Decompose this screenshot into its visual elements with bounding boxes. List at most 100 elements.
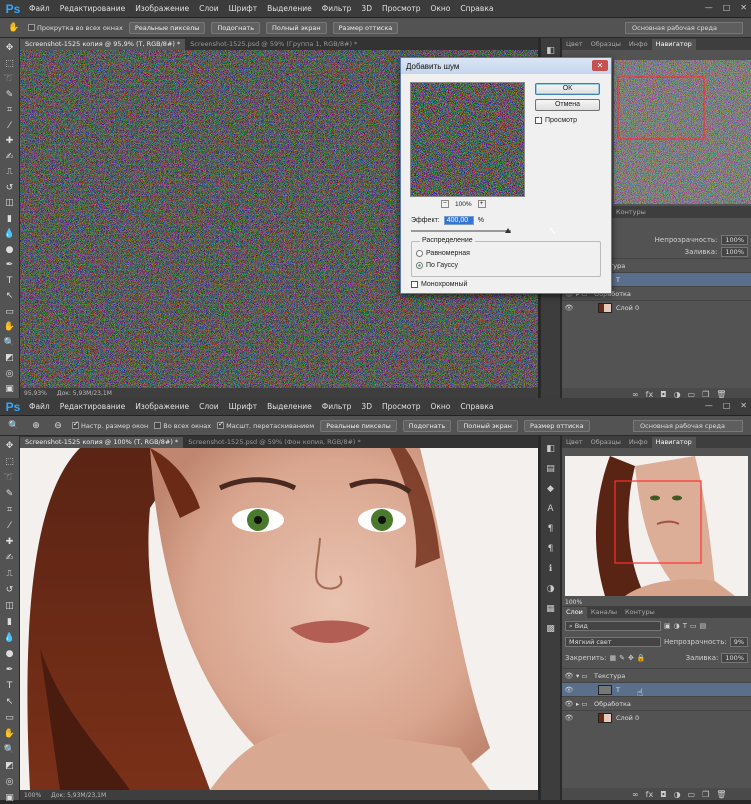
layer-row[interactable]: 👁 Слой 0	[562, 710, 751, 724]
history-brush-icon[interactable]: ↺	[2, 584, 18, 596]
menu-item-9[interactable]: Окно	[425, 4, 455, 13]
filter-pixel-icon[interactable]: ▣	[664, 622, 671, 630]
workspace-select[interactable]: Основная рабочая среда	[625, 21, 743, 34]
zoom-readout[interactable]: 95,93%	[24, 390, 47, 397]
scrubby-zoom-checkbox[interactable]: Масшт. перетаскиванием	[217, 420, 314, 430]
color-swatch-icon[interactable]: ◩	[2, 760, 18, 772]
blur-tool-icon[interactable]: 💧	[2, 228, 18, 240]
doc-tab-active[interactable]: Screenshot-1525 копия @ 100% (T, RGB/8#)…	[20, 437, 184, 448]
swatches-icon[interactable]: ▩	[546, 624, 555, 634]
panel-tab-2[interactable]: Инфо	[625, 39, 652, 50]
type-icon[interactable]: A	[547, 504, 553, 514]
doc-tab-inactive[interactable]: Screenshot-1525.psd @ 59% (Фон копия, RG…	[183, 437, 366, 448]
opacity-field[interactable]: 100%	[721, 235, 748, 245]
path-select-icon[interactable]: ↖	[2, 696, 18, 708]
fill-field[interactable]: 100%	[721, 247, 748, 257]
hand-tool-icon[interactable]: ✋	[2, 728, 18, 740]
color-swatch-icon[interactable]: ◩	[2, 352, 18, 364]
panel-tab-2[interactable]: Контуры	[621, 607, 659, 618]
shape-tool-icon[interactable]: ▭	[2, 306, 18, 318]
filter-type-icon[interactable]: T	[683, 622, 687, 630]
panel-tab-0[interactable]: Слои	[562, 607, 587, 618]
clone-stamp-icon[interactable]: ⎍	[2, 166, 18, 178]
lasso-tool-icon[interactable]: ➰	[2, 73, 18, 85]
lasso-tool-icon[interactable]: ➰	[2, 472, 18, 484]
minimize-icon[interactable]: —	[705, 3, 713, 12]
uniform-radio[interactable]: Равномерная	[416, 250, 470, 257]
menu-item-7[interactable]: 3D	[356, 4, 377, 13]
panel-tab-0[interactable]: Цвет	[562, 437, 587, 448]
bottom-canvas[interactable]	[20, 448, 538, 790]
menu-item-5[interactable]: Выделение	[262, 402, 317, 411]
menu-item-5[interactable]: Выделение	[262, 4, 317, 13]
eraser-tool-icon[interactable]: ◫	[2, 600, 18, 612]
dodge-tool-icon[interactable]: ●	[2, 244, 18, 256]
quick-select-icon[interactable]: ✎	[2, 89, 18, 101]
trash-icon[interactable]: 🗑	[716, 790, 726, 799]
navigator-zoom[interactable]: 100%	[565, 599, 582, 606]
menu-item-3[interactable]: Слои	[194, 4, 224, 13]
menu-item-2[interactable]: Изображение	[130, 4, 194, 13]
move-tool-icon[interactable]: ✥	[2, 42, 18, 54]
gradient-tool-icon[interactable]: ▮	[2, 213, 18, 225]
quick-select-icon[interactable]: ✎	[2, 488, 18, 500]
menu-item-8[interactable]: Просмотр	[377, 402, 426, 411]
healing-brush-icon[interactable]: ✚	[2, 536, 18, 548]
preview-checkbox[interactable]: Просмотр	[535, 115, 577, 124]
dialog-preview[interactable]	[410, 82, 525, 197]
menu-item-8[interactable]: Просмотр	[377, 4, 426, 13]
menu-item-9[interactable]: Окно	[425, 402, 455, 411]
screen-mode-icon[interactable]: ▣	[2, 792, 18, 804]
menu-item-0[interactable]: Файл	[24, 402, 55, 411]
paragraph-icon[interactable]: ¶	[548, 524, 554, 534]
visibility-eye-icon[interactable]: 👁	[562, 700, 576, 708]
workspace-select[interactable]: Основная рабочая среда	[633, 419, 743, 432]
visibility-eye-icon[interactable]: 👁	[562, 686, 576, 694]
lock-all-icon[interactable]: 🔒	[637, 654, 646, 662]
eraser-tool-icon[interactable]: ◫	[2, 197, 18, 209]
actual-pixels-button[interactable]: Реальные пикселы	[128, 21, 206, 34]
menu-item-4[interactable]: Шрифт	[224, 4, 262, 13]
maximize-icon[interactable]: □	[723, 401, 731, 410]
zoom-out-button[interactable]: −	[441, 200, 449, 208]
folder-icon[interactable]: ▸ ▭	[576, 700, 594, 708]
zoom-tool-icon[interactable]: 🔍	[6, 420, 22, 432]
zoom-in-icon[interactable]: ⊕	[28, 420, 44, 432]
fit-screen-button[interactable]: Подогнать	[402, 419, 452, 432]
slider-handle[interactable]	[505, 228, 511, 233]
gaussian-radio[interactable]: По Гауссу	[416, 262, 458, 269]
3d-icon[interactable]: ◆	[547, 484, 554, 494]
menu-item-10[interactable]: Справка	[455, 4, 498, 13]
close-icon[interactable]: ✕	[740, 401, 747, 410]
pen-tool-icon[interactable]: ✒	[2, 664, 18, 676]
crop-tool-icon[interactable]: ⌗	[2, 104, 18, 116]
fit-screen-button[interactable]: Подогнать	[211, 21, 261, 34]
menu-item-1[interactable]: Редактирование	[55, 4, 130, 13]
resize-windows-checkbox[interactable]: Настр. размер окон	[72, 420, 148, 430]
panel-tab-1[interactable]: Образцы	[587, 39, 625, 50]
visibility-eye-icon[interactable]: 👁	[562, 672, 576, 680]
history-icon[interactable]: ◧	[546, 444, 555, 454]
zoom-readout[interactable]: 100%	[24, 792, 41, 799]
hand-tool-icon[interactable]: ✋	[6, 22, 22, 34]
zoom-in-button[interactable]: +	[477, 200, 486, 208]
eyedropper-icon[interactable]: ⁄	[2, 520, 18, 532]
brush-tool-icon[interactable]: ✍	[2, 151, 18, 163]
quick-mask-icon[interactable]: ◎	[2, 368, 18, 380]
panel-tab-3[interactable]: Навигатор	[651, 39, 696, 50]
lock-move-icon[interactable]: ✥	[628, 654, 634, 662]
panel-tab-0[interactable]: Цвет	[562, 39, 587, 50]
panel-tab-1[interactable]: Каналы	[587, 607, 621, 618]
lock-paint-icon[interactable]: ✎	[619, 654, 625, 662]
styles-icon[interactable]: ▦	[546, 604, 555, 614]
healing-brush-icon[interactable]: ✚	[2, 135, 18, 147]
doc-tab-active[interactable]: Screenshot-1525 копия @ 95,9% (T, RGB/8#…	[20, 39, 186, 50]
cancel-button[interactable]: Отмена	[535, 99, 600, 111]
adjust-icon[interactable]: ◑	[547, 584, 555, 594]
opacity-field[interactable]: 9%	[729, 637, 748, 647]
fill-screen-button[interactable]: Полный экран	[457, 419, 518, 432]
filter-smart-icon[interactable]: ▤	[700, 622, 707, 630]
zoom-tool-icon[interactable]: 🔍	[2, 744, 18, 756]
link-icon[interactable]: ∞	[632, 790, 639, 799]
quick-mask-icon[interactable]: ◎	[2, 776, 18, 788]
